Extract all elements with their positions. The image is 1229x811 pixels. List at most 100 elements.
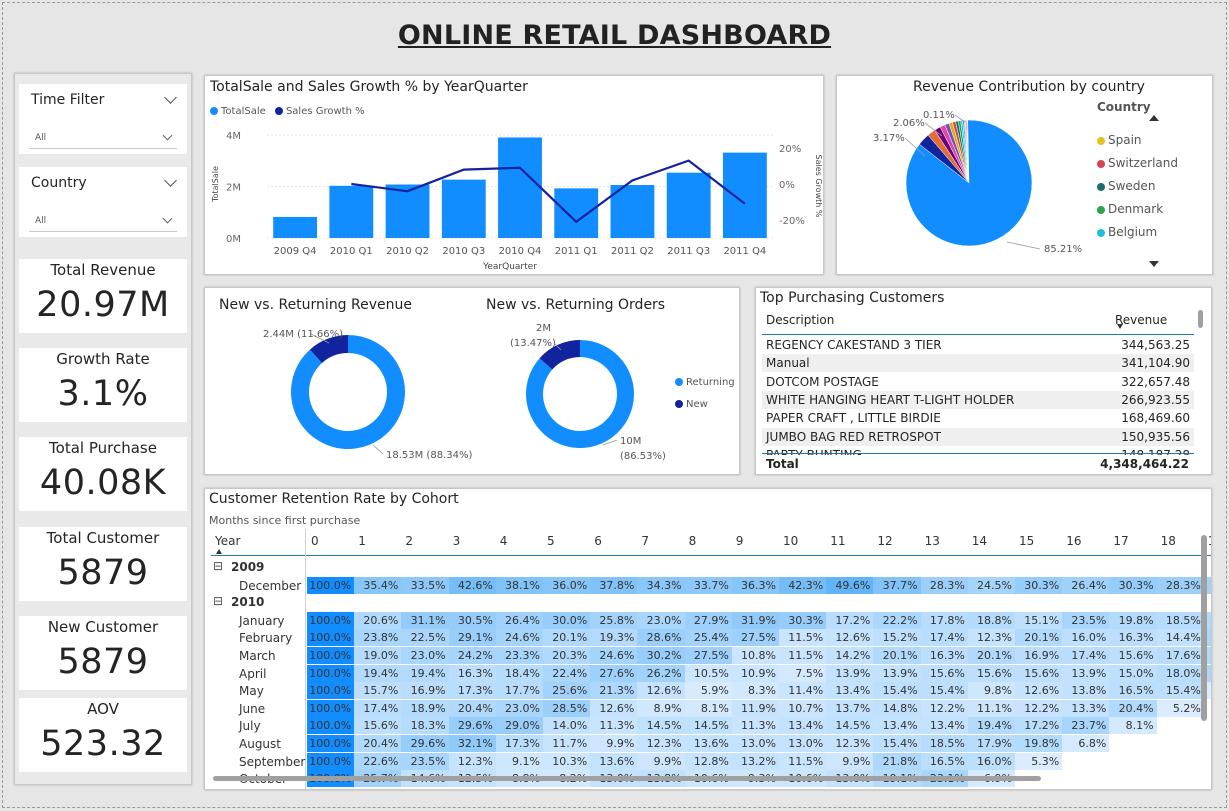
legend-dot — [1097, 160, 1105, 168]
legend-dot — [1097, 229, 1105, 237]
cohort-month-header: 4 — [499, 534, 508, 548]
total-label: Total — [766, 457, 799, 471]
cohort-row-header: Year — [215, 534, 241, 548]
cohort-month-header: 18 — [1160, 534, 1176, 548]
cohort-cell: 27.5% — [684, 647, 732, 664]
cohort-cell: 33.7% — [684, 576, 732, 594]
cohort-month-name: July — [239, 719, 261, 734]
table-row[interactable]: PAPER CRAFT , LITTLE BIRDIE 168,469.60 — [762, 409, 1194, 427]
cohort-cell: 10.5% — [684, 664, 732, 682]
bar-totalsale[interactable] — [385, 184, 430, 238]
cohort-cell: 15.4% — [920, 682, 968, 700]
cohort-cell: 5.9% — [684, 682, 732, 700]
cohort-cell: 20.6% — [354, 611, 402, 629]
cohort-cell: 29.6% — [448, 717, 496, 735]
cohort-cell: 5.2% — [1156, 699, 1204, 717]
cohort-cell: 13.0% — [779, 735, 827, 752]
bar-totalsale[interactable] — [441, 179, 486, 238]
cohort-month-name: December — [239, 578, 302, 593]
cohort-cell: 13.6% — [590, 752, 638, 770]
donut-data-label: (86.53%) — [620, 451, 666, 462]
kpi-value: 3.1% — [57, 374, 149, 414]
cohort-month-name: September — [239, 754, 306, 769]
total-value: 4,348,464.22 — [1100, 457, 1189, 471]
cohort-cell: 12.6% — [826, 629, 874, 647]
cohort-cell: 17.4% — [1062, 647, 1110, 664]
chevron-down-icon — [162, 130, 173, 141]
cohort-cell: 42.6% — [448, 576, 496, 594]
cohort-cell: 7.5% — [779, 664, 827, 682]
cohort-cell: 15.7% — [354, 682, 402, 700]
cohort-cell: 20.4% — [1109, 699, 1157, 717]
cohort-cell: 14.5% — [637, 717, 685, 735]
cohort-cell: 9.9% — [590, 735, 638, 752]
sales-growth-chart-panel: TotalSale and Sales Growth % by YearQuar… — [204, 75, 824, 275]
total-divider — [762, 453, 1194, 454]
country-filter-dropdown[interactable]: All — [29, 212, 177, 232]
bar-totalsale[interactable] — [554, 188, 599, 238]
legend-scroll-down-icon[interactable] — [1149, 261, 1159, 267]
kpi-label: New Customer — [47, 618, 159, 636]
legend-item[interactable]: Sweden — [1097, 179, 1155, 193]
cohort-month-header: 13 — [924, 534, 940, 548]
cohort-cell: 16.3% — [448, 664, 496, 682]
cohort-cell: 18.5% — [1156, 611, 1204, 629]
donut-legend-new: New — [675, 399, 708, 410]
table-row[interactable]: WHITE HANGING HEART T-LIGHT HOLDER 266,92… — [762, 390, 1194, 409]
cohort-header-divider — [211, 555, 1211, 556]
table-row[interactable]: REGENCY CAKESTAND 3 TIER 344,563.25 — [762, 336, 1194, 354]
table-row[interactable]: JUMBO BAG RED RETROSPOT 150,935.56 — [762, 427, 1194, 446]
cohort-cell: 20.4% — [448, 699, 496, 717]
legend-label: New — [686, 399, 708, 410]
cohort-cell: 16.5% — [920, 752, 968, 770]
legend-item[interactable]: Belgium — [1097, 225, 1157, 239]
cohort-cell: 30.3% — [779, 611, 827, 629]
bar-totalsale[interactable] — [329, 185, 374, 238]
cohort-cell: 42.3% — [779, 576, 827, 594]
cohort-vertical-scrollbar[interactable] — [1201, 535, 1207, 721]
time-filter-dropdown[interactable]: All — [29, 129, 177, 149]
legend-dot-returning — [675, 378, 683, 386]
cell-description: DOTCOM POSTAGE — [766, 374, 879, 389]
cell-revenue: 266,923.55 — [1121, 392, 1190, 407]
chevron-down-icon[interactable] — [164, 174, 177, 187]
table-row[interactable]: DOTCOM POSTAGE 322,657.48 — [762, 373, 1194, 391]
cohort-cell: 13.4% — [920, 717, 968, 735]
legend-item[interactable]: Spain — [1097, 133, 1142, 147]
cohort-cell: 100.0% — [307, 611, 355, 629]
bar-totalsale[interactable] — [498, 137, 542, 238]
table-row[interactable]: Manual 341,104.90 — [762, 354, 1194, 373]
kpi-growth-rate: Growth Rate 3.1% — [19, 348, 187, 422]
cohort-cell: 16.0% — [1062, 629, 1110, 647]
cohort-cell: 13.7% — [826, 699, 874, 717]
collapse-icon[interactable]: ⊟ — [213, 594, 223, 608]
cohort-cell: 12.6% — [637, 682, 685, 700]
country-slicer[interactable]: Country All — [19, 167, 187, 237]
legend-label: Switzerland — [1108, 156, 1178, 170]
chevron-down-icon[interactable] — [164, 91, 177, 104]
bar-totalsale[interactable] — [722, 152, 767, 238]
cell-description: Manual — [766, 356, 810, 371]
collapse-icon[interactable]: ⊟ — [213, 559, 223, 573]
cohort-cell: 15.1% — [1015, 611, 1063, 629]
cohort-cell: 18.4% — [495, 664, 543, 682]
cohort-month-name: April — [239, 666, 267, 681]
cohort-horizontal-scrollbar[interactable] — [213, 776, 1041, 781]
table-body[interactable]: REGENCY CAKESTAND 3 TIER 344,563.25 Manual… — [756, 288, 1196, 455]
cohort-cell: 12.3% — [826, 735, 874, 752]
cohort-cell: 16.5% — [1109, 682, 1157, 700]
legend-item[interactable]: Denmark — [1097, 202, 1163, 216]
cohort-cell: 16.3% — [1109, 629, 1157, 647]
bar-totalsale[interactable] — [666, 172, 711, 238]
legend-scroll-up-icon[interactable] — [1149, 115, 1159, 121]
bar-totalsale[interactable] — [273, 216, 318, 238]
cohort-cell: 13.4% — [873, 717, 921, 735]
cohort-cell: 30.2% — [637, 647, 685, 664]
time-filter-slicer[interactable]: Time Filter All — [19, 84, 187, 154]
cohort-month-header: 3 — [452, 534, 461, 548]
kpi-new-customer: New Customer 5879 — [19, 616, 187, 690]
combo-chart-svg: 4M 2M 0M 20% 0% -20% TotalSale Sales Growth % 20… — [211, 131, 823, 272]
table-scrollbar[interactable] — [1198, 310, 1203, 328]
legend-item[interactable]: Switzerland — [1097, 156, 1178, 170]
new-vs-returning-panel: New vs. Returning Revenue New vs. Return… — [204, 287, 740, 475]
